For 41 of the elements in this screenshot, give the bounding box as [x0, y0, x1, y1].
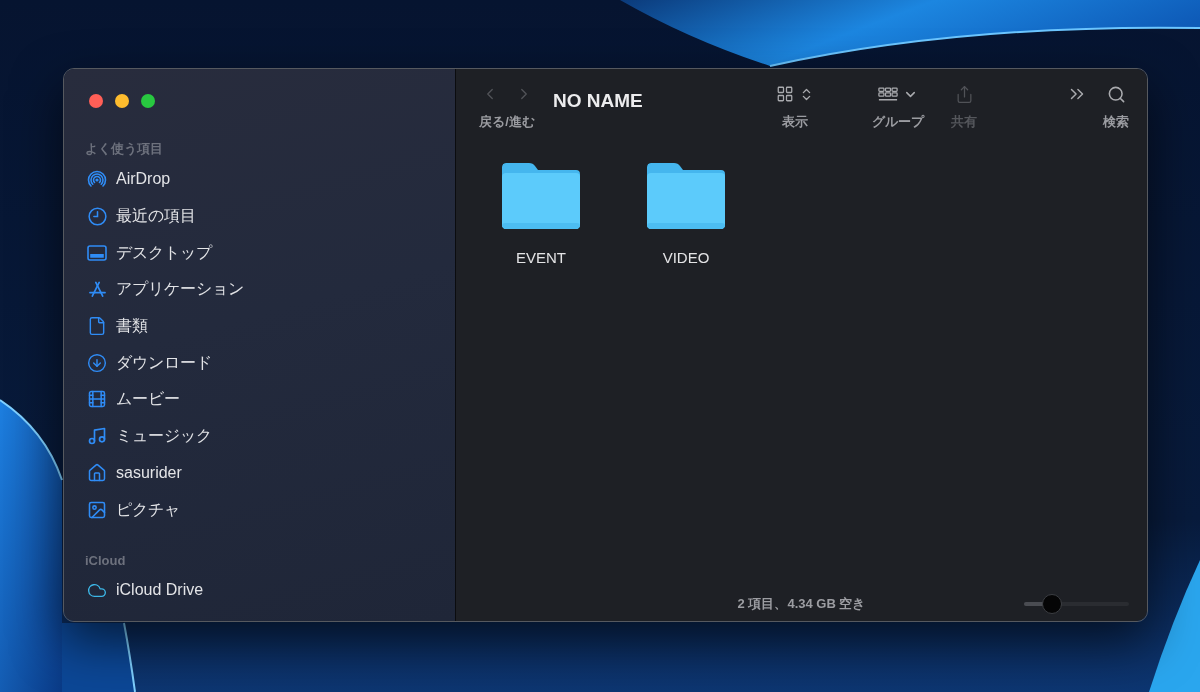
- home-icon: [87, 462, 107, 483]
- film-icon: [87, 389, 107, 410]
- list-grid-icon: [878, 86, 898, 102]
- zoom-button[interactable]: [141, 94, 155, 108]
- sidebar-item[interactable]: デスクトップ: [87, 234, 212, 272]
- close-button[interactable]: [89, 94, 103, 108]
- music-note-icon: [87, 426, 107, 447]
- status-text: 2 項目、4.34 GB 空き: [737, 596, 866, 612]
- clock-icon: [87, 206, 107, 226]
- folder-name[interactable]: EVENT: [512, 248, 570, 267]
- sidebar-item[interactable]: ダウンロード: [87, 344, 212, 382]
- download-icon: [87, 352, 107, 373]
- sidebar-item[interactable]: 書類: [87, 307, 148, 345]
- section-header: よく使う項目: [85, 141, 163, 157]
- sidebar-item[interactable]: ミュージック: [87, 417, 212, 455]
- grid-icon: [776, 85, 794, 103]
- sidebar-item[interactable]: sasurider: [87, 454, 182, 492]
- sidebar-item[interactable]: 最近の項目: [87, 197, 196, 235]
- folder-icon: [502, 163, 580, 229]
- folder-icon: [647, 163, 725, 229]
- window-title: NO NAME: [553, 89, 643, 113]
- search-button[interactable]: 検索: [1098, 69, 1134, 130]
- document-icon: [87, 316, 107, 337]
- image-icon: [87, 499, 107, 520]
- signal-waves-icon: [87, 170, 107, 189]
- screen-icon: [87, 244, 107, 261]
- sidebar-item[interactable]: ピクチャ: [87, 491, 180, 528]
- folder-name[interactable]: VIDEO: [658, 248, 714, 267]
- group-button[interactable]: グループ: [866, 69, 930, 130]
- sidebar-item[interactable]: アプリケーション: [87, 271, 244, 308]
- search-icon: [1106, 84, 1126, 104]
- nav-label: 戻る/進む: [479, 114, 535, 130]
- minimize-button[interactable]: [115, 94, 129, 108]
- sidebar-item[interactable]: AirDrop: [87, 161, 171, 198]
- sidebar-item[interactable]: iCloud Drive: [87, 571, 204, 609]
- section-header: iCloud: [85, 552, 126, 569]
- slider-thumb[interactable]: [1042, 594, 1063, 614]
- view-button[interactable]: 表示: [770, 69, 820, 130]
- sidebar-item[interactable]: ムービー: [87, 381, 180, 418]
- a-shape-icon: [87, 280, 107, 298]
- slider-track[interactable]: [1024, 594, 1129, 614]
